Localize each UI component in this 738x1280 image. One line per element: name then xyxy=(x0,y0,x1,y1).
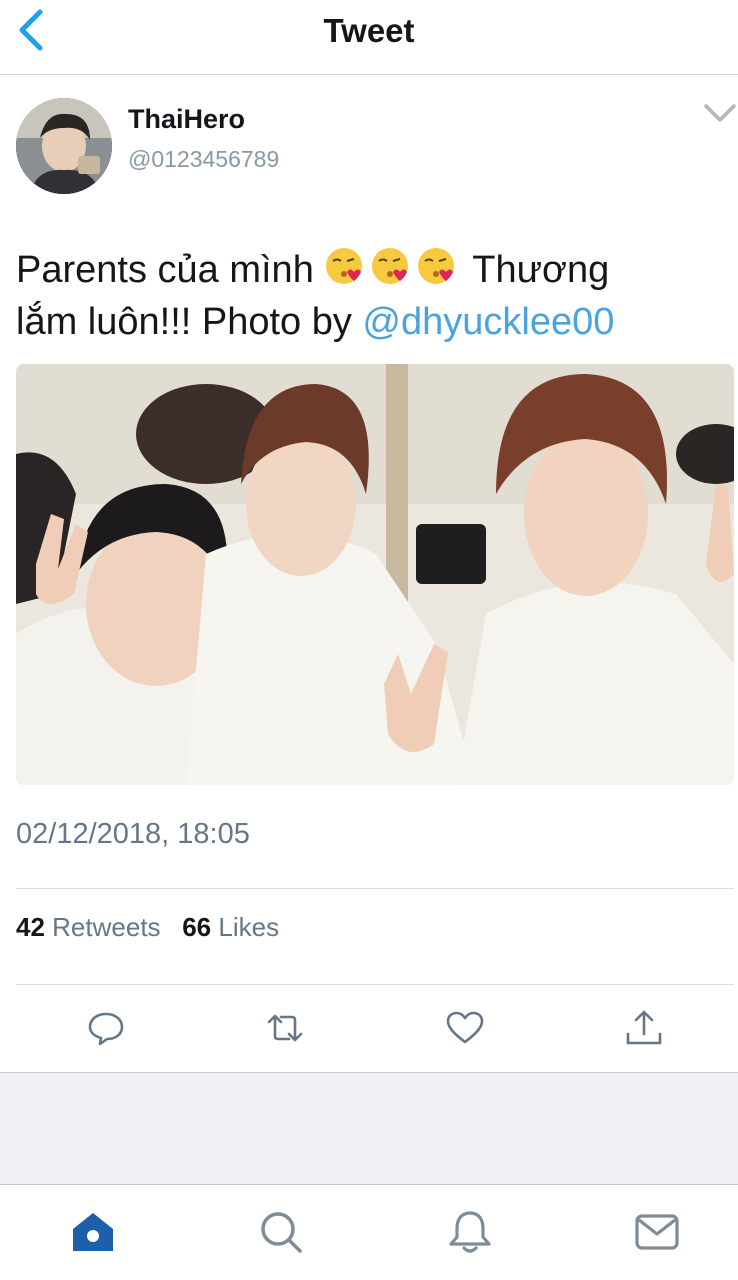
navigation-bar: Tweet xyxy=(0,0,738,75)
tweet-photo[interactable] xyxy=(16,364,734,785)
empty-area xyxy=(0,1072,738,1185)
divider xyxy=(16,984,734,985)
tweet-timestamp: 02/12/2018, 18:05 xyxy=(16,818,250,850)
share-icon[interactable] xyxy=(624,1008,664,1048)
search-icon[interactable] xyxy=(256,1207,306,1257)
home-icon[interactable] xyxy=(68,1207,118,1257)
tweet-text-part: Thương xyxy=(472,249,610,291)
retweets-count[interactable]: 42 xyxy=(16,912,45,942)
tweet-text-part: lắm luôn!!! Photo by xyxy=(16,301,352,343)
page-title: Tweet xyxy=(323,12,415,49)
kissing-face-emoji-icon xyxy=(372,248,409,284)
tweet-text: Parents của mình Thương lắm luôn!!! Phot… xyxy=(16,244,716,348)
author-avatar[interactable] xyxy=(16,98,112,194)
notifications-bell-icon[interactable] xyxy=(445,1207,495,1257)
tweet-text-part: Parents của mình xyxy=(16,249,314,291)
author-name[interactable]: ThaiHero xyxy=(128,104,245,135)
divider xyxy=(16,888,734,889)
author-handle[interactable]: @0123456789 xyxy=(128,146,279,173)
likes-count[interactable]: 66 xyxy=(182,912,211,942)
messages-envelope-icon[interactable] xyxy=(632,1207,682,1257)
chevron-down-icon[interactable] xyxy=(700,98,738,130)
retweets-label[interactable]: Retweets xyxy=(52,912,160,942)
mention-link[interactable]: @dhyucklee00 xyxy=(362,301,614,343)
retweet-icon[interactable] xyxy=(265,1008,305,1048)
kissing-face-emoji-icon xyxy=(326,248,363,284)
kissing-face-emoji-icon xyxy=(418,248,455,284)
likes-label[interactable]: Likes xyxy=(218,912,279,942)
reply-icon[interactable] xyxy=(86,1008,126,1048)
like-heart-icon[interactable] xyxy=(445,1008,485,1048)
engagement-counts: 42 Retweets 66 Likes xyxy=(16,912,279,943)
